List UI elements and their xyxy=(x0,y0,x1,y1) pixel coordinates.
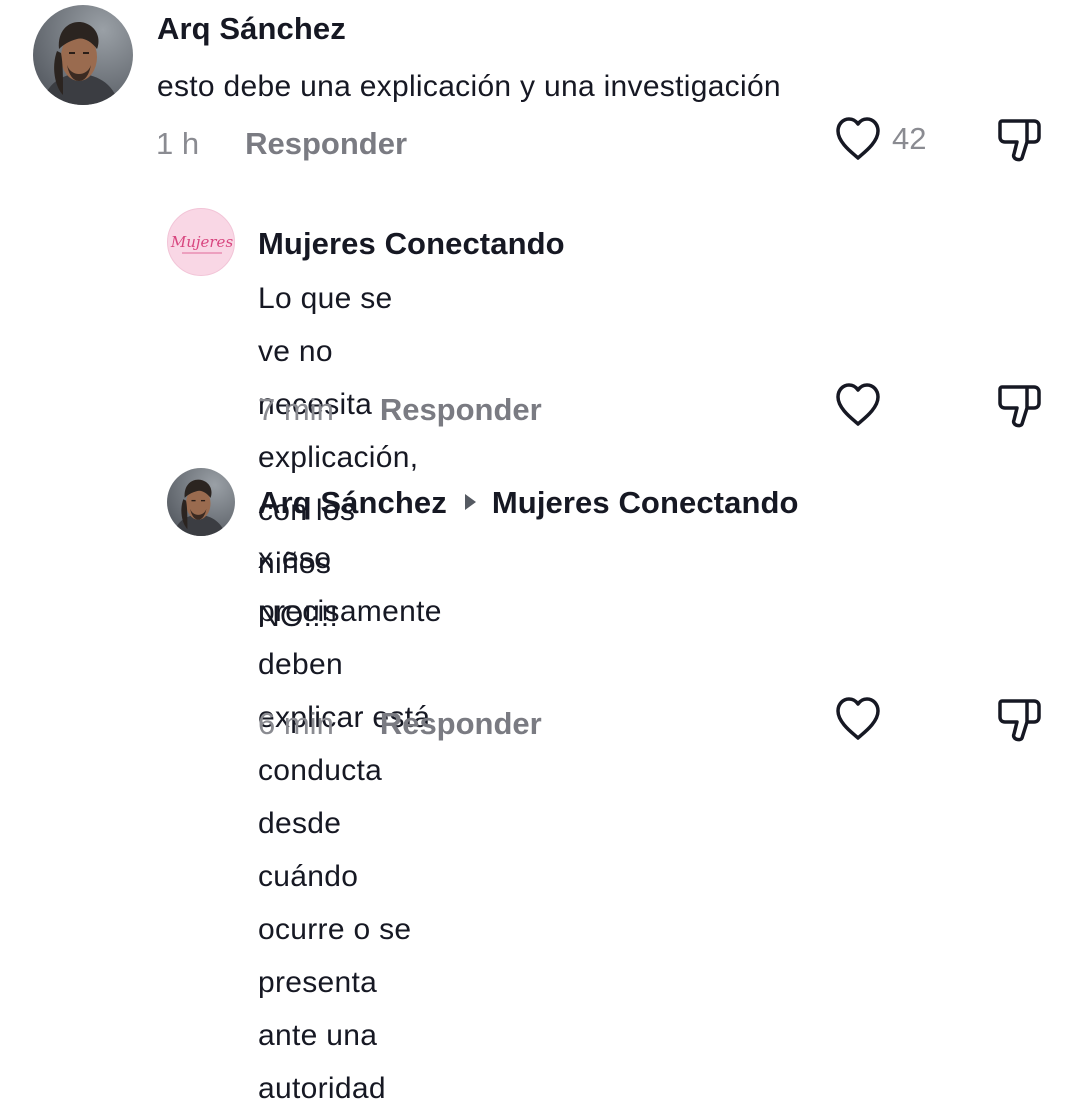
avatar[interactable]: Mujeres xyxy=(167,208,235,276)
comment-text: esto debe una explicación y una investig… xyxy=(157,70,781,103)
reply-to-username[interactable]: Mujeres Conectando xyxy=(492,485,799,520)
reply-button[interactable]: Responder xyxy=(380,392,542,428)
reply-button[interactable]: Responder xyxy=(380,706,542,742)
thumbs-down-outline-icon xyxy=(998,385,1041,428)
reply-button[interactable]: Responder xyxy=(245,126,407,162)
comment-text: x eso precisamente deben explicar está c… xyxy=(258,532,442,1115)
dislike-button[interactable] xyxy=(996,117,1044,168)
comment-username[interactable]: Arq Sánchez xyxy=(157,11,346,47)
triangle-right-icon xyxy=(464,493,476,510)
mujeres-logo-icon: Mujeres xyxy=(170,233,234,254)
avatar[interactable] xyxy=(167,468,235,536)
avatar[interactable] xyxy=(33,5,133,105)
man-portrait-icon xyxy=(33,5,133,105)
comment-text-line: autoridad xyxy=(258,1072,386,1105)
comment-timestamp: 6 min xyxy=(258,706,334,741)
comment-text-line: desde cuándo ocurre o se presenta ante u… xyxy=(258,807,412,1052)
comment-timestamp: 1 h xyxy=(156,126,200,161)
thumbs-down-outline-icon xyxy=(998,699,1041,742)
like-count: 42 xyxy=(892,121,927,156)
comment-timestamp: 7 min xyxy=(258,392,334,427)
comment-text-line: x eso precisamente deben explicar está c… xyxy=(258,542,442,787)
dislike-button[interactable] xyxy=(996,383,1044,434)
comment-meta: 6 min Responder xyxy=(258,706,542,742)
like-button[interactable] xyxy=(834,382,882,428)
like-button[interactable] xyxy=(834,696,882,742)
comment-username-row: Arq Sánchez Mujeres Conectando xyxy=(258,485,799,521)
heart-outline-icon xyxy=(836,117,880,160)
comment-username[interactable]: Arq Sánchez xyxy=(258,485,447,520)
thumbs-down-outline-icon xyxy=(998,119,1041,162)
logo-text: Mujeres xyxy=(170,233,234,251)
dislike-button[interactable] xyxy=(996,697,1044,748)
man-portrait-icon xyxy=(167,468,235,536)
comment-meta: 1 h Responder xyxy=(156,126,407,162)
heart-outline-icon xyxy=(836,383,880,426)
like-button[interactable]: 42 xyxy=(834,116,926,162)
comment-username[interactable]: Mujeres Conectando xyxy=(258,226,565,262)
heart-outline-icon xyxy=(836,697,880,740)
comment-meta: 7 min Responder xyxy=(258,392,542,428)
